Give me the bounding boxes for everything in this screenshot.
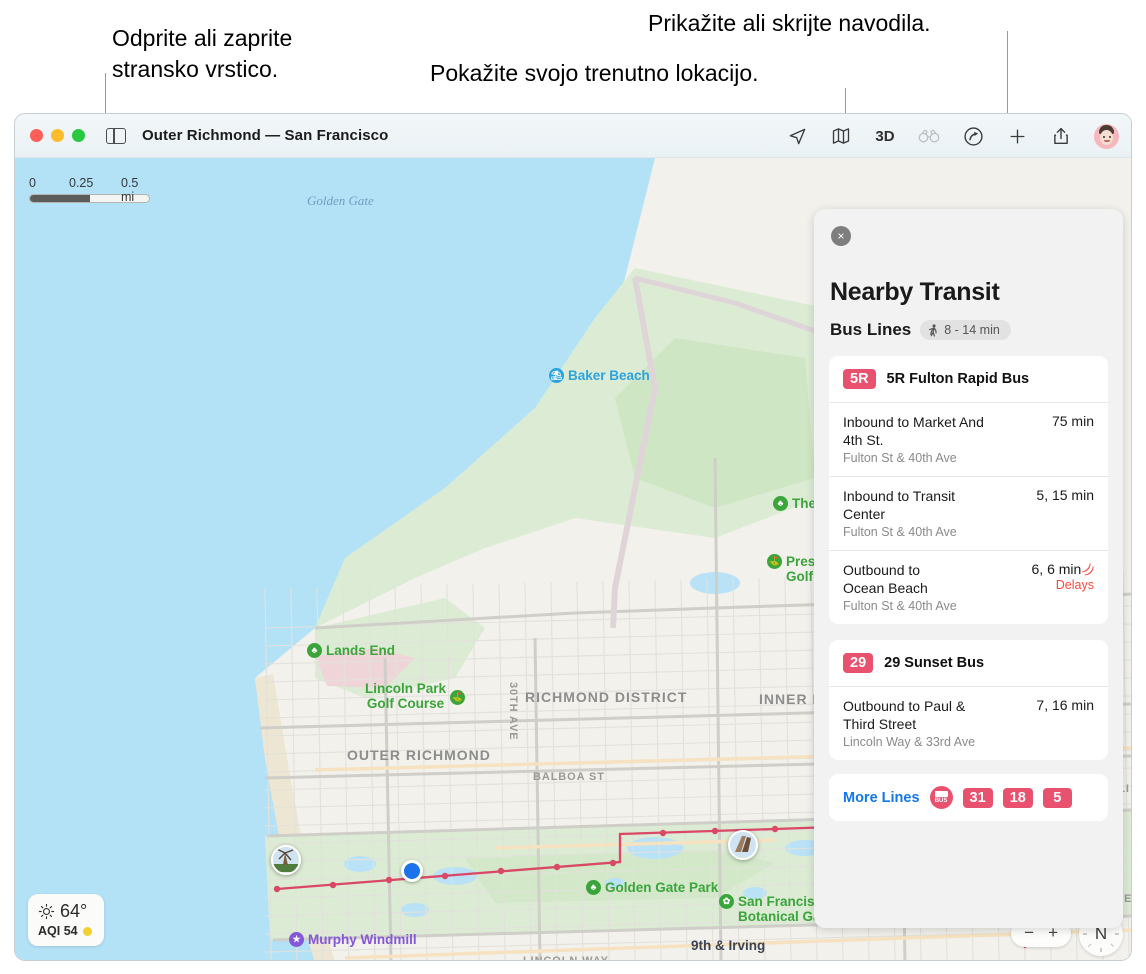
window-titlebar: Outer Richmond — San Francisco 3D bbox=[15, 114, 1131, 158]
zoom-window-button[interactable] bbox=[72, 129, 85, 142]
departure-eta: 75 min bbox=[1051, 413, 1094, 429]
panel-subheader: Bus Lines 8 - 14 min bbox=[830, 320, 1123, 340]
departure-eta: 7, 16 min bbox=[1036, 697, 1094, 713]
nearby-transit-panel: × Nearby Transit Bus Lines 8 - 14 min 5R… bbox=[814, 209, 1123, 928]
current-location-dot bbox=[401, 860, 423, 882]
add-button[interactable] bbox=[1006, 125, 1028, 147]
callout-sidebar-text: Odprite ali zaprite stransko vrstico. bbox=[112, 25, 293, 82]
departure-eta-wrap: 6, 6 min )) bbox=[1031, 561, 1099, 578]
share-icon[interactable] bbox=[1050, 125, 1072, 147]
walk-time-chip: 8 - 14 min bbox=[920, 320, 1011, 340]
callout-leader-directions bbox=[1007, 31, 1008, 116]
line-header[interactable]: 29 29 Sunset Bus bbox=[829, 640, 1108, 686]
bus-icon: BUS bbox=[929, 786, 953, 809]
windmill-photo-pin[interactable] bbox=[271, 845, 301, 875]
more-line-badge[interactable]: 5 bbox=[1042, 787, 1072, 808]
line-badge: 29 bbox=[843, 653, 874, 673]
more-lines-card[interactable]: More Lines BUS 31 18 5 bbox=[829, 774, 1108, 821]
walk-time-text: 8 - 14 min bbox=[944, 323, 1000, 337]
departure-row[interactable]: Outbound to Paul & Third Street Lincoln … bbox=[829, 686, 1108, 760]
bus-lines-label: Bus Lines bbox=[830, 320, 912, 339]
transit-line-card: 5R 5R Fulton Rapid Bus Inbound to Market… bbox=[829, 356, 1108, 624]
departure-row[interactable]: Inbound to Transit Center Fulton St & 40… bbox=[829, 476, 1108, 550]
scale-zero: 0 bbox=[29, 176, 36, 190]
window-traffic-lights bbox=[30, 129, 85, 142]
more-line-badge[interactable]: 31 bbox=[962, 787, 993, 808]
minimize-window-button[interactable] bbox=[51, 129, 64, 142]
tower-photo-pin[interactable] bbox=[728, 830, 758, 860]
departure-direction: Outbound to Paul & Third Street bbox=[843, 698, 966, 732]
location-arrow-icon[interactable] bbox=[786, 125, 808, 147]
departure-row[interactable]: Outbound to Ocean Beach Fulton St & 40th… bbox=[829, 550, 1108, 624]
weather-temp: 64° bbox=[60, 901, 88, 921]
departure-eta: 5, 15 min bbox=[1036, 487, 1094, 503]
maps-window: Outer Richmond — San Francisco 3D 0 0.25… bbox=[14, 113, 1132, 961]
map-fold-icon[interactable] bbox=[830, 125, 852, 147]
departure-stop: Lincoln Way & 33rd Ave bbox=[843, 735, 976, 749]
departure-direction: Outbound to Ocean Beach bbox=[843, 562, 928, 596]
departure-row[interactable]: Inbound to Market And 4th St. Fulton St … bbox=[829, 402, 1108, 476]
close-icon[interactable]: × bbox=[831, 226, 851, 246]
scale-mid: 0.25 bbox=[69, 176, 94, 190]
departure-stop: Fulton St & 40th Ave bbox=[843, 451, 957, 465]
callout-leader-location bbox=[845, 88, 846, 116]
transit-line-card: 29 29 Sunset Bus Outbound to Paul & Thir… bbox=[829, 640, 1108, 760]
tab-3d[interactable]: 3D bbox=[874, 125, 896, 147]
sidebar-toggle-icon[interactable] bbox=[106, 127, 126, 144]
weather-aqi: AQI 54 bbox=[38, 924, 78, 938]
map-scale-bar: 0 0.25 0.5 mi bbox=[29, 176, 150, 204]
map-canvas[interactable]: 0 0.25 0.5 mi Golden Gate ⛱ Baker Beach … bbox=[15, 158, 1131, 960]
sun-icon bbox=[38, 903, 55, 920]
window-toolbar: 3D bbox=[786, 114, 1119, 158]
departure-direction: Inbound to Market And 4th St. bbox=[843, 414, 984, 448]
window-title: Outer Richmond — San Francisco bbox=[142, 127, 389, 144]
departure-direction: Inbound to Transit Center bbox=[843, 488, 956, 522]
binoculars-icon[interactable] bbox=[918, 125, 940, 147]
more-line-badge[interactable]: 18 bbox=[1002, 787, 1033, 808]
walking-person-icon bbox=[929, 323, 937, 337]
aqi-level-dot bbox=[82, 926, 92, 936]
live-signal-icon: )) bbox=[1081, 560, 1099, 578]
callout-leader-sidebar bbox=[105, 73, 106, 115]
line-badge: 5R bbox=[843, 369, 876, 389]
close-window-button[interactable] bbox=[30, 129, 43, 142]
line-name: 29 Sunset Bus bbox=[884, 655, 985, 671]
directions-arrow-icon[interactable] bbox=[962, 125, 984, 147]
panel-title: Nearby Transit bbox=[830, 278, 1000, 306]
departure-eta: 6, 6 min bbox=[1031, 561, 1082, 577]
more-lines-link[interactable]: More Lines bbox=[843, 790, 920, 806]
scale-max: 0.5 mi bbox=[121, 176, 139, 204]
avatar[interactable] bbox=[1094, 123, 1119, 149]
departure-stop: Fulton St & 40th Ave bbox=[843, 525, 957, 539]
callout-location-text: Pokažite svojo trenutno lokacijo. bbox=[430, 60, 759, 86]
line-name: 5R Fulton Rapid Bus bbox=[886, 371, 1030, 387]
weather-widget[interactable]: 64° AQI 54 bbox=[28, 894, 104, 946]
line-header[interactable]: 5R 5R Fulton Rapid Bus bbox=[829, 356, 1108, 402]
callout-directions-text: Prikažite ali skrijte navodila. bbox=[648, 10, 931, 36]
delay-badge: Delays bbox=[1055, 578, 1094, 592]
departure-stop: Fulton St & 40th Ave bbox=[843, 599, 957, 613]
